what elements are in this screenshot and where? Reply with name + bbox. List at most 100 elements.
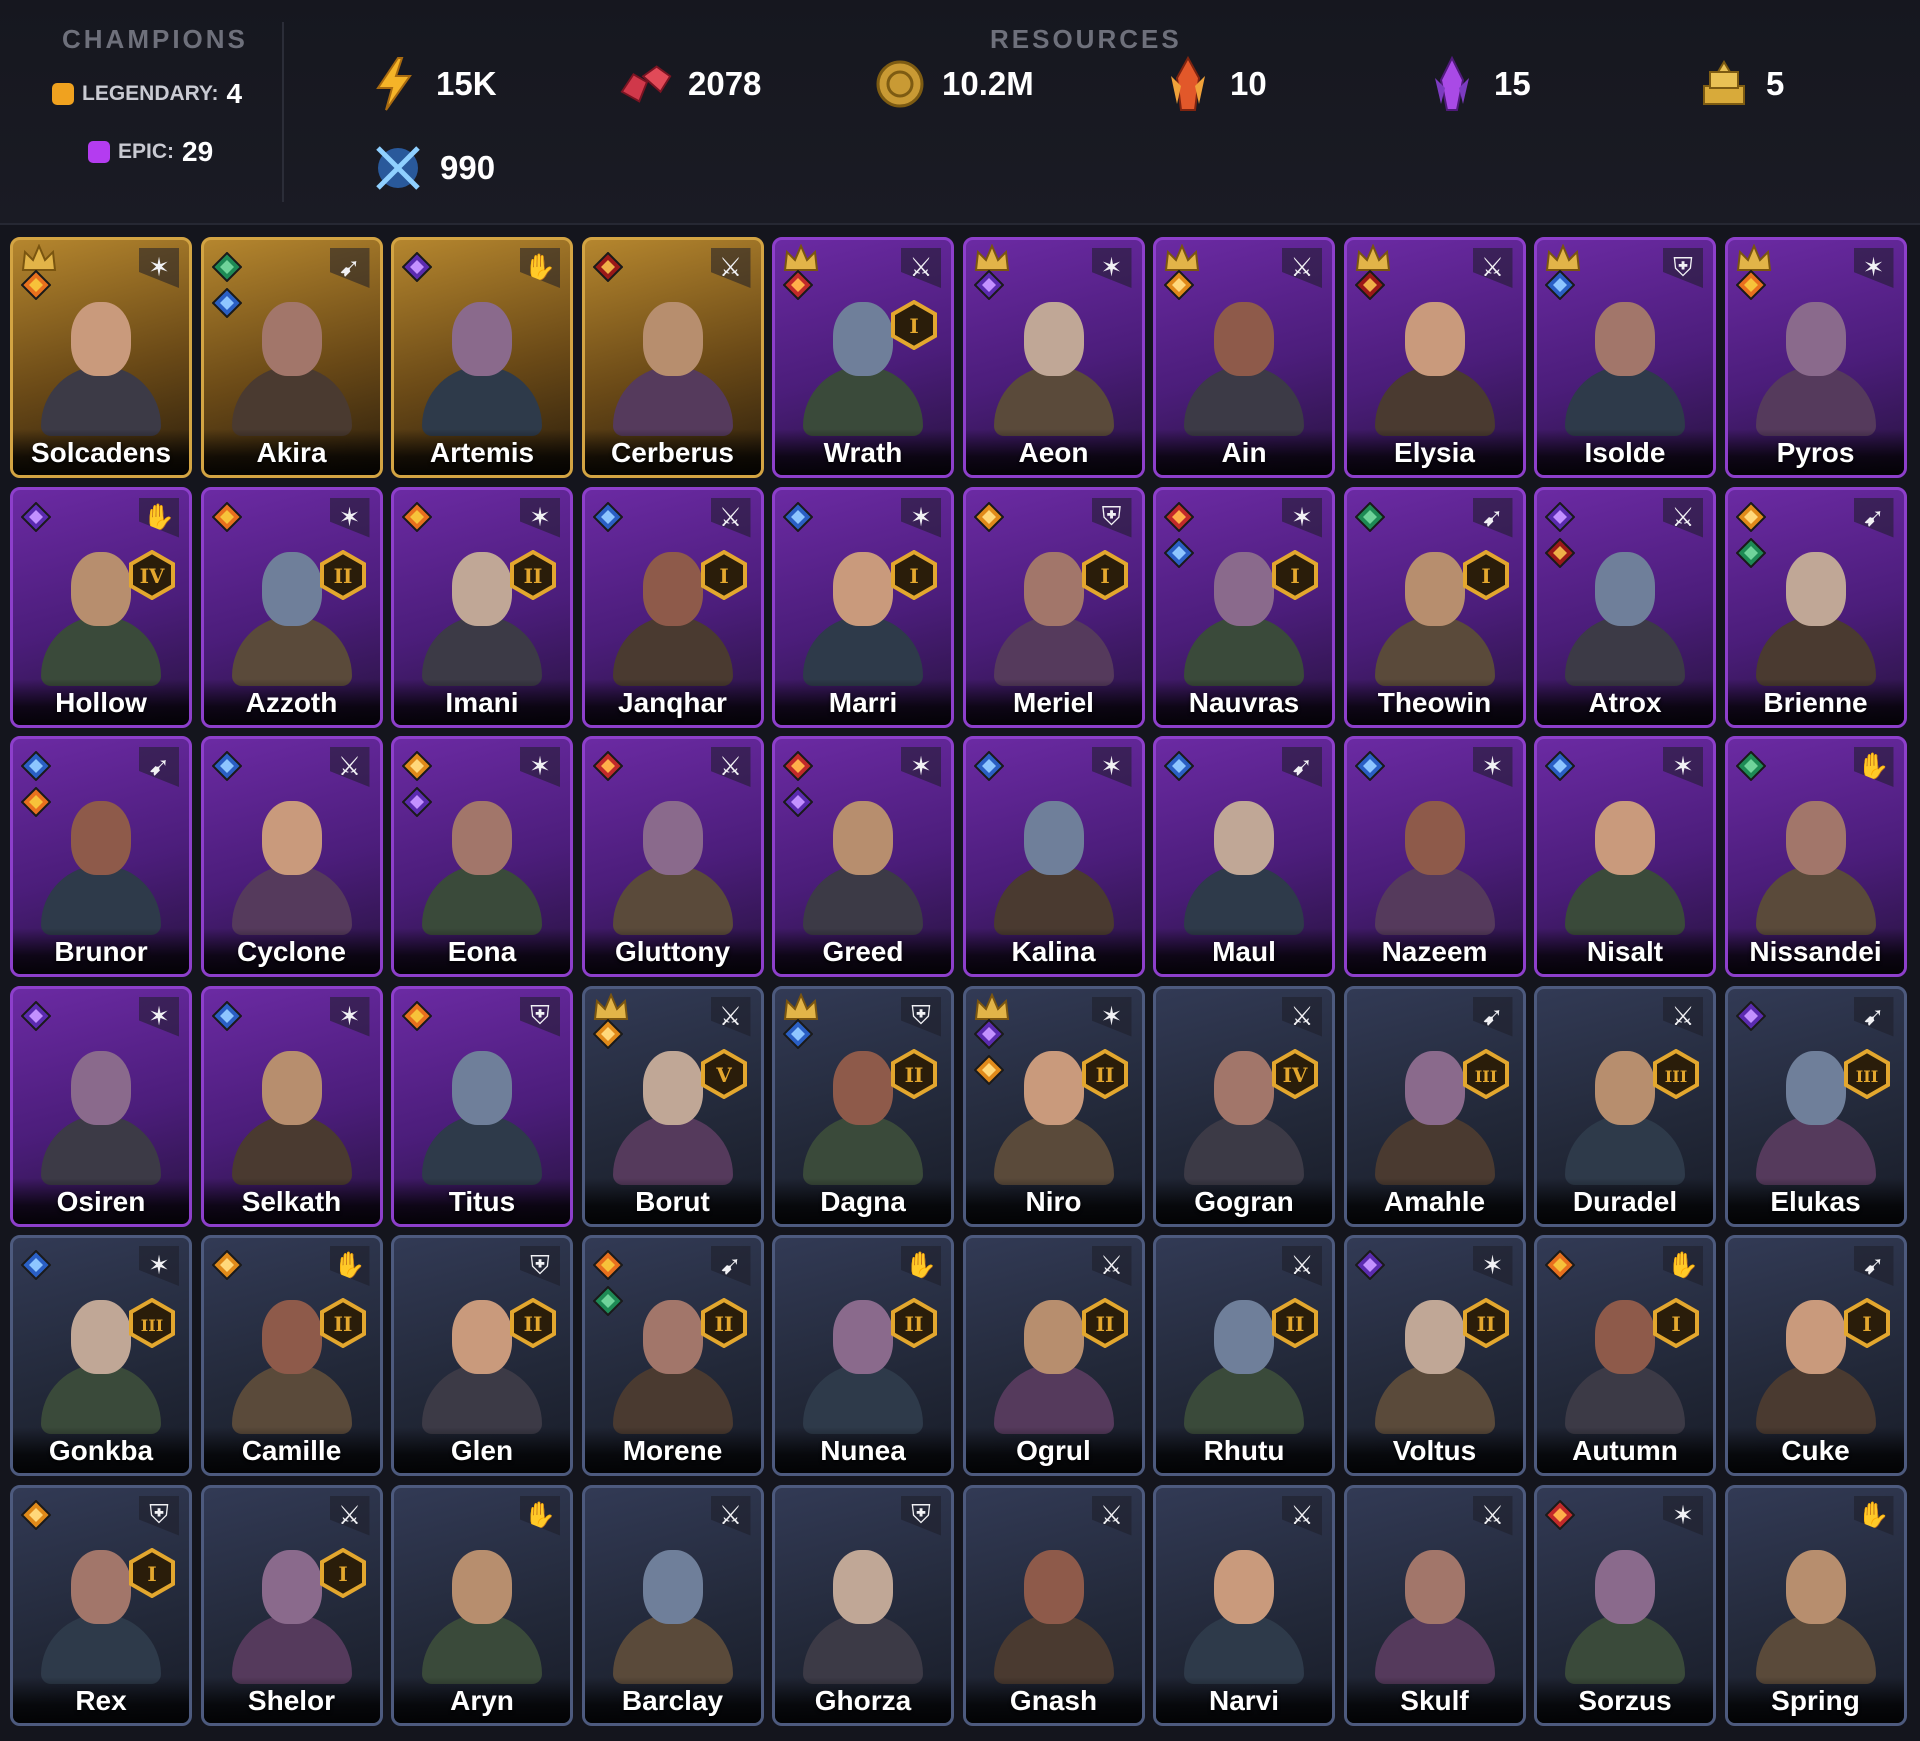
champion-card[interactable]: ⚔ I Janqhar <box>581 486 764 728</box>
resource-energy: 15K <box>366 56 497 112</box>
champion-card[interactable]: ➹ II Morene <box>581 1235 764 1476</box>
chaos-affinity-icon <box>783 751 813 781</box>
crown-icon <box>1164 244 1200 271</box>
champion-card[interactable]: ✋ I Autumn <box>1534 1235 1716 1476</box>
champion-name: Niro <box>1025 1185 1082 1217</box>
champion-portrait <box>414 280 550 436</box>
champion-card[interactable]: ⛨ Isolde <box>1534 237 1716 478</box>
champion-card[interactable]: ✶ II Azzoth <box>200 486 383 728</box>
champion-card[interactable]: ⚔ Narvi <box>1153 1484 1335 1726</box>
champion-card[interactable]: ✶ II Niro <box>962 985 1145 1227</box>
champion-card[interactable]: ⚔ Atrox <box>1534 486 1716 728</box>
champion-card[interactable]: ⚔ I Shelor <box>200 1484 383 1726</box>
rank-badge: II <box>891 1298 937 1348</box>
champion-card[interactable]: ✶ I Marri <box>772 486 954 728</box>
champion-card[interactable]: ⛨ I Meriel <box>962 486 1145 728</box>
champion-card[interactable]: ✶ Kalina <box>962 736 1145 977</box>
gold-coin-icon <box>872 56 928 112</box>
solar-affinity-icon <box>21 1499 51 1530</box>
champion-card[interactable]: ✶ Nisalt <box>1534 736 1716 977</box>
champion-card[interactable]: ➹ Akira <box>200 237 383 478</box>
flame-affinity-icon <box>211 501 242 532</box>
rank-badge: I <box>129 1547 175 1598</box>
champion-card[interactable]: ⚔ Skulf <box>1343 1484 1526 1726</box>
champion-card[interactable]: ➹ III Elukas <box>1724 985 1907 1227</box>
champion-card[interactable]: ✋ Nissandei <box>1724 736 1907 977</box>
champion-card[interactable]: ✋ Aryn <box>391 1484 573 1726</box>
champion-name: Narvi <box>1208 1684 1280 1716</box>
infernal-affinity-icon <box>1354 270 1385 300</box>
champion-card[interactable]: ➹ Brunor <box>10 736 192 977</box>
champion-card[interactable]: ⚔ Ain <box>1153 237 1335 478</box>
nature-affinity-icon <box>1354 501 1385 532</box>
champion-card[interactable]: ✶ Greed <box>772 736 954 977</box>
champion-card[interactable]: ➹ I Theowin <box>1343 486 1526 728</box>
champion-card[interactable]: ✋ Spring <box>1724 1484 1907 1726</box>
rank-label: II <box>333 564 352 588</box>
champion-name: Nisalt <box>1586 936 1664 967</box>
champion-card[interactable]: ⚔ Gluttony <box>581 736 764 977</box>
infernal-affinity-icon <box>592 252 623 282</box>
champion-card[interactable]: ✶ Nazeem <box>1343 736 1526 977</box>
rank-label: I <box>1862 1312 1871 1336</box>
champion-card[interactable]: ⛨ Ghorza <box>772 1484 954 1726</box>
rank-label: I <box>1100 564 1109 588</box>
champion-card[interactable]: ➹ Brienne <box>1724 486 1907 728</box>
champion-card[interactable]: ✶ II Imani <box>391 486 573 728</box>
champion-card[interactable]: ➹ I Cuke <box>1724 1235 1907 1476</box>
champion-card[interactable]: ⚔ IV Gogran <box>1153 985 1335 1227</box>
champion-name: Kalina <box>1011 936 1096 967</box>
champion-card[interactable]: ⚔ II Rhutu <box>1153 1235 1335 1476</box>
champion-card[interactable]: ⚔ V Borut <box>581 985 764 1227</box>
champion-card[interactable]: ✶ II Voltus <box>1343 1235 1526 1476</box>
chaos-affinity-icon <box>592 751 623 781</box>
champion-card[interactable]: ⚔ Gnash <box>962 1484 1145 1726</box>
champion-card[interactable]: ⚔ Cerberus <box>581 237 764 478</box>
champion-card[interactable]: ⚔ Cyclone <box>200 736 383 977</box>
water-affinity-icon <box>783 1018 813 1049</box>
champion-name: Imani <box>445 686 519 718</box>
champion-card[interactable]: ✶ Aeon <box>962 237 1145 478</box>
champion-card[interactable]: ⚔ Elysia <box>1343 237 1526 478</box>
crown-icon <box>1736 244 1771 271</box>
rank-badge: II <box>1081 1048 1128 1099</box>
rank-badge: I <box>1462 549 1509 600</box>
champion-card[interactable]: ✶ I Nauvras <box>1153 486 1335 728</box>
champion-card[interactable]: ✋ IV Hollow <box>10 486 192 728</box>
champion-name: Camille <box>241 1435 342 1466</box>
champion-card[interactable]: ✶ Solcadens <box>10 237 192 478</box>
champion-card[interactable]: ⚔ III Duradel <box>1534 985 1716 1227</box>
champion-card[interactable]: ✶ Osiren <box>10 985 192 1227</box>
champion-card[interactable]: ✋ II Nunea <box>772 1235 954 1476</box>
champion-card[interactable]: ⛨ I Rex <box>10 1484 192 1726</box>
champion-card[interactable]: ➹ III Amahle <box>1343 985 1526 1227</box>
ruby-value: 2078 <box>688 65 762 102</box>
crown-icon <box>783 992 819 1020</box>
champion-card[interactable]: ⛨ II Dagna <box>772 985 954 1227</box>
champion-name: Rex <box>75 1684 127 1716</box>
champion-portrait <box>1176 1528 1312 1684</box>
champion-card[interactable]: ✶ Pyros <box>1724 237 1907 478</box>
solar-affinity-icon <box>1735 501 1766 532</box>
champion-card[interactable]: ⚔ II Ogrul <box>962 1235 1145 1476</box>
champion-card[interactable]: ✶ Selkath <box>200 985 383 1227</box>
void-affinity-icon <box>21 501 51 532</box>
champion-card[interactable]: ⚔ I Wrath <box>772 237 954 478</box>
champion-portrait <box>795 1528 931 1684</box>
champion-card[interactable]: ➹ Maul <box>1153 736 1335 977</box>
champion-card[interactable]: ✶ Sorzus <box>1534 1484 1716 1726</box>
champion-portrait <box>1557 1528 1693 1684</box>
champion-card[interactable]: ✶ Eona <box>391 736 573 977</box>
rank-label: III <box>1665 1067 1687 1086</box>
champion-card[interactable]: ✶ III Gonkba <box>10 1235 192 1476</box>
champion-card[interactable]: ⛨ Titus <box>391 985 573 1227</box>
champion-portrait <box>1748 280 1884 436</box>
champion-card[interactable]: ✋ II Camille <box>200 1235 383 1476</box>
solar-affinity-icon <box>211 1250 242 1280</box>
champion-card[interactable]: ⛨ II Glen <box>391 1235 573 1476</box>
champion-name: Brunor <box>54 936 148 967</box>
champion-name: Elukas <box>1770 1185 1861 1217</box>
champion-card[interactable]: ⚔ Barclay <box>581 1484 764 1726</box>
water-affinity-icon <box>592 501 623 532</box>
champion-card[interactable]: ✋ Artemis <box>391 237 573 478</box>
